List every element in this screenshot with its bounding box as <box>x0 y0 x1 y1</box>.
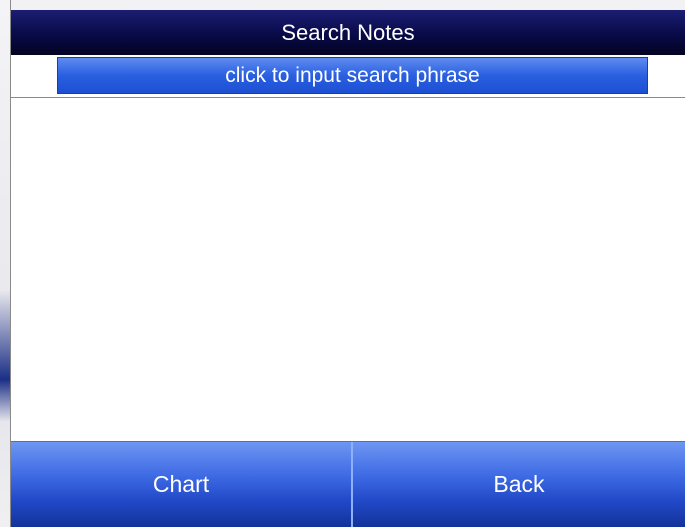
top-gap <box>11 0 685 10</box>
bottom-button-bar: Chart Back <box>11 442 685 527</box>
page-title: Search Notes <box>281 19 415 45</box>
title-bar: Search Notes <box>11 10 685 55</box>
chart-button-label: Chart <box>152 471 210 497</box>
background-edge <box>0 0 10 527</box>
back-button-label: Back <box>493 471 545 497</box>
search-placeholder: click to input search phrase <box>225 63 480 87</box>
chart-button[interactable]: Chart <box>11 442 353 527</box>
search-input[interactable]: click to input search phrase <box>57 57 648 94</box>
search-row: click to input search phrase <box>11 55 685 98</box>
notes-results-list[interactable] <box>11 98 685 442</box>
back-button[interactable]: Back <box>353 442 685 527</box>
search-notes-window: Search Notes click to input search phras… <box>10 0 685 527</box>
